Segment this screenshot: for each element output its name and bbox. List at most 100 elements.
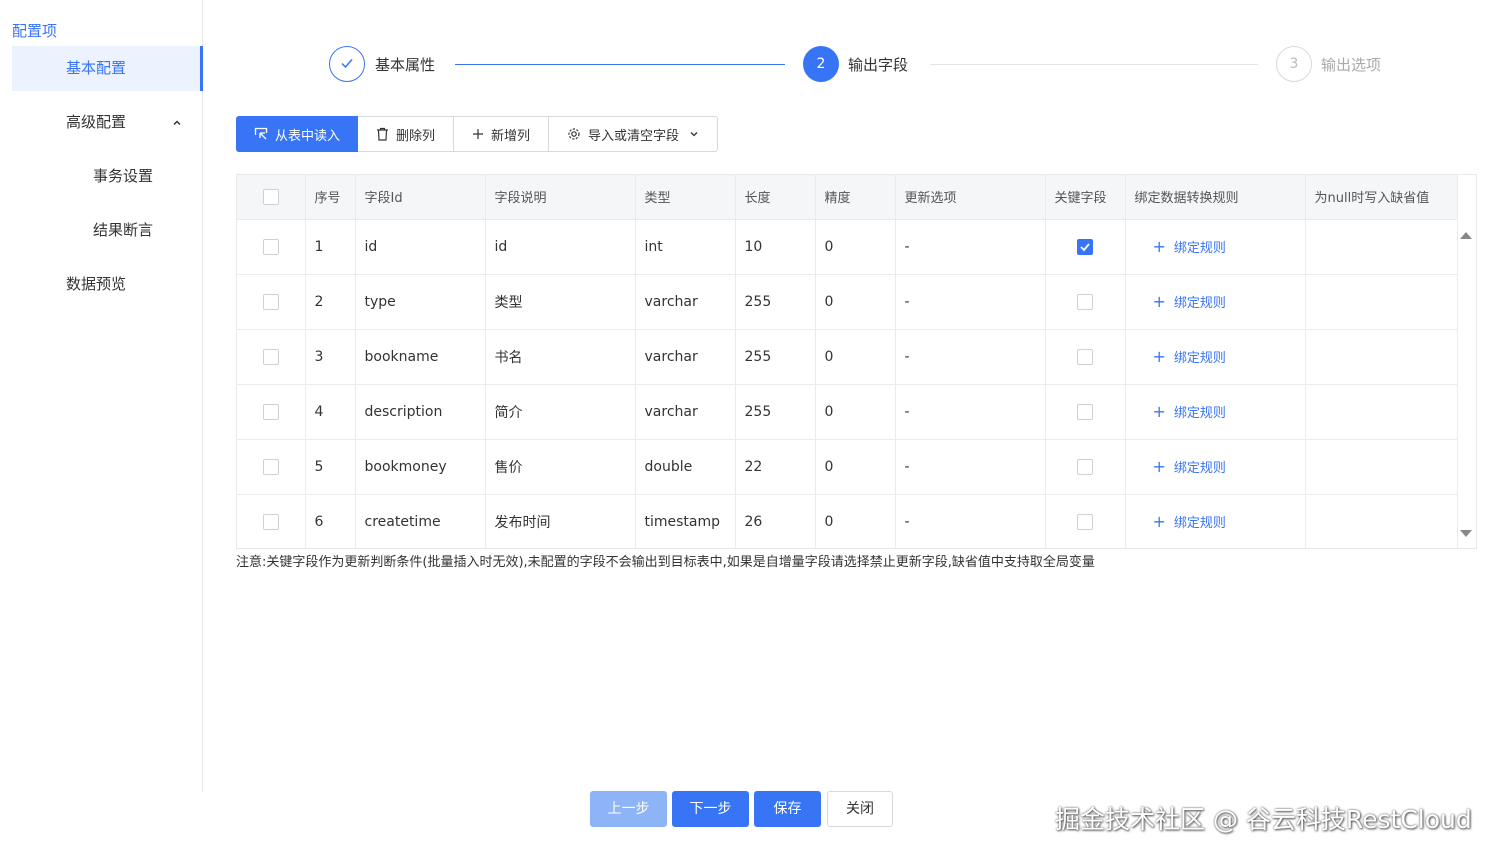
gear-icon — [568, 128, 580, 140]
row-select-checkbox[interactable] — [262, 293, 279, 310]
cell-length: 10 — [735, 219, 816, 275]
key-field-checkbox[interactable] — [1077, 458, 1093, 475]
key-field-checkbox[interactable] — [1077, 238, 1093, 255]
cell-type: int — [635, 219, 736, 275]
bind-rule-link[interactable]: + 绑定规则 — [1135, 292, 1226, 311]
step-3-label: 输出选项 — [1321, 56, 1382, 74]
cell-seq: 5 — [305, 439, 356, 495]
read-from-table-button[interactable]: 从表中读入 — [236, 116, 359, 152]
sidebar-item-label: 基本配置 — [66, 59, 127, 77]
sidebar-item-result-assertion[interactable]: 结果断言 — [12, 208, 203, 253]
row-select-checkbox[interactable] — [262, 238, 279, 255]
sidebar-item-label: 高级配置 — [66, 113, 127, 131]
cell-null-default[interactable] — [1305, 494, 1458, 548]
bind-rule-link[interactable]: + 绑定规则 — [1135, 347, 1226, 366]
cell-bind-rule: + 绑定规则 — [1125, 384, 1306, 440]
table-row: 2 type 类型 varchar 255 0- + 绑定规则 — [237, 274, 1458, 330]
cell-seq: 4 — [305, 384, 356, 440]
cell-field-desc[interactable]: id — [485, 219, 636, 275]
table-row: 1 id id int 10 0- + 绑定规则 — [237, 219, 1458, 275]
next-step-button[interactable]: 下一步 — [672, 791, 749, 827]
column-header-field-id: 字段Id — [355, 175, 486, 220]
cell-update-option[interactable]: - — [895, 494, 1046, 548]
sidebar-item-label: 事务设置 — [93, 167, 154, 185]
row-select-cell — [237, 274, 306, 330]
scroll-down-arrow-icon[interactable] — [1460, 530, 1472, 537]
table-row: 4 description 简介 varchar 255 0- + 绑定规则 — [237, 384, 1458, 440]
cell-field-desc[interactable]: 简介 — [485, 384, 636, 440]
cell-seq: 3 — [305, 329, 356, 385]
cell-null-default[interactable] — [1305, 384, 1458, 440]
add-column-button[interactable]: 新增列 — [454, 117, 550, 151]
cell-field-id: id — [355, 219, 486, 275]
chevron-down-icon — [690, 132, 698, 137]
column-header-type: 类型 — [635, 175, 736, 220]
table-row: 6 createtime 发布时间 timestamp 26 0- + 绑定规则 — [237, 494, 1458, 548]
cell-update-option[interactable]: - — [895, 384, 1046, 440]
delete-column-button[interactable]: 删除列 — [358, 117, 455, 151]
key-field-checkbox[interactable] — [1077, 513, 1093, 530]
cell-update-option[interactable]: - — [895, 274, 1046, 330]
cell-field-desc[interactable]: 类型 — [485, 274, 636, 330]
cell-field-desc[interactable]: 售价 — [485, 439, 636, 495]
cell-update-option[interactable]: - — [895, 439, 1046, 495]
cell-null-default[interactable] — [1305, 329, 1458, 385]
row-select-checkbox[interactable] — [262, 513, 279, 530]
row-select-checkbox[interactable] — [262, 403, 279, 420]
step-1-label: 基本属性 — [375, 56, 436, 74]
sidebar-item-transaction-settings[interactable]: 事务设置 — [12, 154, 203, 199]
sidebar-item-advanced-config[interactable]: 高级配置 — [12, 100, 203, 145]
key-field-checkbox[interactable] — [1077, 293, 1093, 310]
column-header-null-default: 为null时写入缺省值 — [1305, 175, 1458, 220]
sidebar-item-label: 结果断言 — [93, 221, 154, 239]
cell-field-id: createtime — [355, 494, 486, 548]
plus-icon: + — [1152, 237, 1166, 256]
cell-length: 255 — [735, 384, 816, 440]
cell-bind-rule: + 绑定规则 — [1125, 494, 1306, 548]
save-button[interactable]: 保存 — [754, 791, 821, 827]
row-select-checkbox[interactable] — [262, 458, 279, 475]
cell-null-default[interactable] — [1305, 219, 1458, 275]
cell-null-default[interactable] — [1305, 274, 1458, 330]
cell-update-option[interactable]: - — [895, 219, 1046, 275]
row-select-cell — [237, 439, 306, 495]
scroll-up-arrow-icon[interactable] — [1460, 232, 1472, 239]
cell-update-option[interactable]: - — [895, 329, 1046, 385]
select-all-cell — [237, 175, 306, 220]
cell-length: 22 — [735, 439, 816, 495]
bind-rule-link[interactable]: + 绑定规则 — [1135, 402, 1226, 421]
cell-length: 255 — [735, 274, 816, 330]
cell-null-default[interactable] — [1305, 439, 1458, 495]
step-3-number: 3 — [1276, 46, 1312, 82]
import-or-clear-dropdown[interactable]: 导入或清空字段 — [549, 117, 717, 151]
key-field-checkbox[interactable] — [1077, 348, 1093, 365]
cell-precision: 0 — [815, 439, 896, 495]
cell-key-field — [1045, 384, 1126, 440]
cell-seq: 2 — [305, 274, 356, 330]
column-header-precision: 精度 — [815, 175, 896, 220]
bind-rule-link[interactable]: + 绑定规则 — [1135, 237, 1226, 256]
bind-rule-link[interactable]: + 绑定规则 — [1135, 457, 1226, 476]
sidebar-item-data-preview[interactable]: 数据预览 — [12, 262, 203, 307]
cell-field-desc[interactable]: 发布时间 — [485, 494, 636, 548]
cell-type: varchar — [635, 329, 736, 385]
key-field-checkbox[interactable] — [1077, 403, 1093, 420]
table-row: 3 bookname 书名 varchar 255 0- + 绑定规则 — [237, 329, 1458, 385]
sidebar: 配置项 基本配置 高级配置 事务设置 结果断言 数据预览 — [0, 0, 203, 792]
chevron-up-icon — [172, 100, 182, 145]
previous-step-button[interactable]: 上一步 — [590, 791, 667, 827]
read-from-table-label: 从表中读入 — [275, 128, 341, 144]
cell-field-id: bookmoney — [355, 439, 486, 495]
cell-key-field — [1045, 494, 1126, 548]
select-all-checkbox[interactable] — [262, 188, 279, 205]
delete-column-label: 删除列 — [396, 128, 436, 144]
cell-precision: 0 — [815, 219, 896, 275]
row-select-checkbox[interactable] — [262, 348, 279, 365]
bind-rule-link[interactable]: + 绑定规则 — [1135, 512, 1226, 531]
column-header-seq: 序号 — [305, 175, 356, 220]
row-select-cell — [237, 494, 306, 548]
table-header-row: 序号 字段Id 字段说明 类型 长度 精度 更新选项 关键字段 绑定数据转换规则… — [237, 175, 1458, 220]
sidebar-item-basic-config[interactable]: 基本配置 — [12, 46, 203, 91]
cell-field-desc[interactable]: 书名 — [485, 329, 636, 385]
close-button[interactable]: 关闭 — [827, 791, 893, 827]
